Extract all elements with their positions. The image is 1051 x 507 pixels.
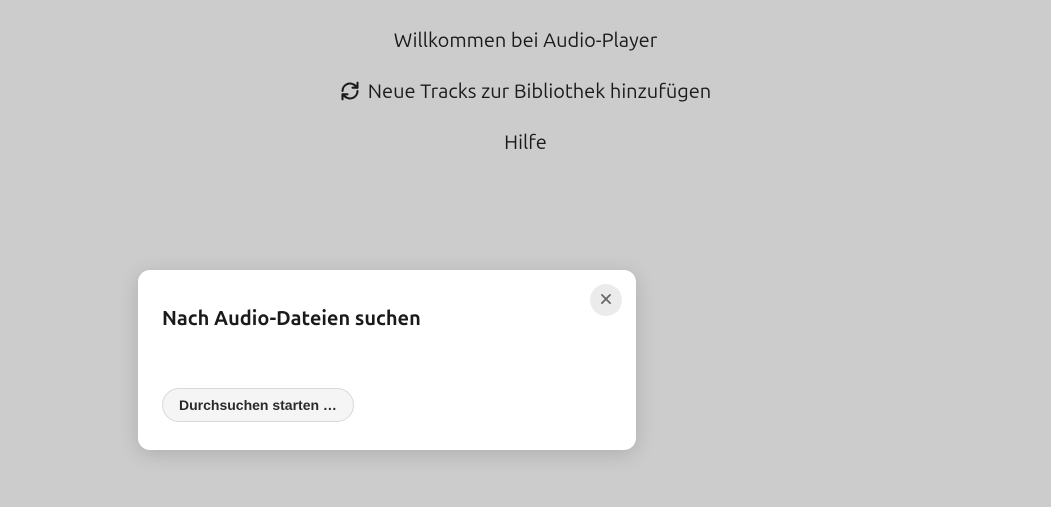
scan-dialog: Nach Audio-Dateien suchen Durchsuchen st…: [138, 270, 636, 450]
close-button[interactable]: [590, 284, 622, 316]
dialog-header: Nach Audio-Dateien suchen: [162, 294, 612, 329]
dialog-title: Nach Audio-Dateien suchen: [162, 306, 421, 329]
add-tracks-label: Neue Tracks zur Bibliothek hinzufügen: [368, 79, 711, 102]
welcome-title: Willkommen bei Audio-Player: [394, 28, 658, 51]
welcome-area: Willkommen bei Audio-Player Neue Tracks …: [0, 0, 1051, 153]
close-icon: [599, 292, 613, 309]
start-scan-button[interactable]: Durchsuchen starten …: [162, 388, 354, 422]
add-tracks-link[interactable]: Neue Tracks zur Bibliothek hinzufügen: [340, 79, 711, 102]
refresh-icon: [340, 81, 360, 101]
help-link[interactable]: Hilfe: [504, 130, 547, 153]
